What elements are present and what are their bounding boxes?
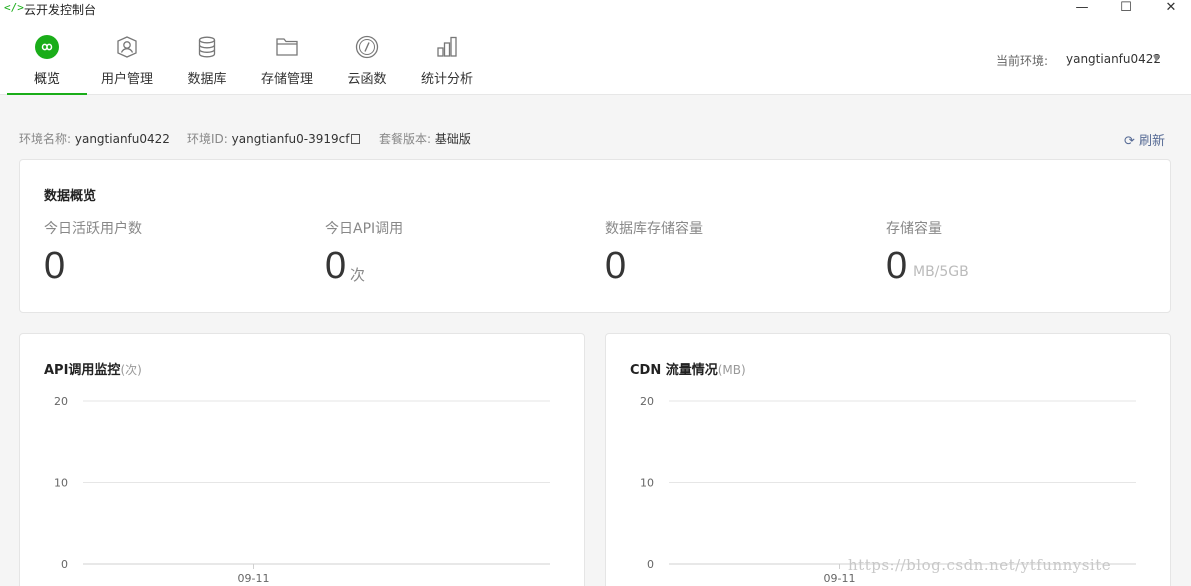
metric-label: 数据库存储容量	[605, 221, 703, 237]
maximize-button[interactable]: ☐	[1108, 0, 1144, 18]
metric-label: 存储容量	[886, 221, 942, 237]
y-tick-label: 20	[640, 395, 654, 408]
watermark: https://blog.csdn.net/ytfunnysite	[848, 556, 1112, 574]
env-name-label: 环境名称:	[19, 132, 72, 146]
top-nav: 概览 用户管理 数据库 存储管理 云函数 统计分析 当前环境: yangtian…	[0, 18, 1191, 95]
bar-chart-icon	[437, 36, 457, 57]
function-icon	[355, 35, 379, 59]
overview-card: 数据概览 今日活跃用户数 0 今日API调用 0 次 数据库存储容量 0 存储容…	[19, 159, 1171, 313]
plan-info: 套餐版本: 基础版	[379, 130, 471, 147]
chevron-down-icon[interactable]: ▼	[1153, 54, 1160, 64]
metric-unit: 次	[350, 266, 366, 284]
tab-storage[interactable]: 存储管理	[247, 18, 327, 95]
tab-users[interactable]: 用户管理	[87, 18, 167, 95]
metric-value: 0	[605, 245, 627, 287]
overview-infinity-icon	[35, 35, 59, 59]
folder-icon	[276, 38, 298, 56]
app-logo-icon: </>	[4, 1, 24, 14]
overview-title: 数据概览	[44, 189, 97, 204]
y-tick-label: 10	[54, 477, 68, 490]
env-name-info: 环境名称: yangtianfu0422	[19, 130, 170, 147]
env-id-label: 环境ID:	[187, 132, 228, 146]
env-id-value: yangtianfu0-3919cf	[231, 132, 350, 146]
tab-label: 统计分析	[420, 72, 473, 87]
close-button[interactable]: ✕	[1153, 0, 1189, 18]
api-chart-card: API调用监控(次) 0 10 20 09-11	[19, 333, 585, 586]
tab-database[interactable]: 数据库	[167, 18, 247, 95]
refresh-icon: ⟳	[1124, 134, 1135, 149]
cdn-chart: 0102009-11	[640, 395, 1136, 585]
api-chart: 0 10 20 09-11	[54, 395, 550, 585]
plan-label: 套餐版本:	[379, 132, 432, 146]
tab-label: 存储管理	[260, 72, 313, 87]
tab-label: 数据库	[187, 72, 227, 87]
tab-functions[interactable]: 云函数	[327, 18, 407, 95]
x-tick-label: 09-11	[238, 572, 270, 585]
metric-label: 今日活跃用户数	[44, 221, 142, 237]
y-tick-label: 20	[54, 395, 68, 408]
title-bar: </> 云开发控制台 — ☐ ✕	[0, 0, 1191, 18]
y-tick-label: 0	[61, 558, 68, 571]
env-selector-label: 当前环境:	[996, 54, 1049, 68]
user-icon	[117, 36, 137, 58]
tab-analytics[interactable]: 统计分析	[407, 18, 487, 95]
y-tick-label: 10	[640, 477, 654, 490]
metric-value: 0	[886, 245, 908, 287]
database-icon	[198, 36, 216, 58]
y-tick-label: 0	[647, 558, 654, 571]
plan-value: 基础版	[434, 132, 471, 146]
env-name-value: yangtianfu0422	[74, 132, 170, 146]
tab-overview[interactable]: 概览	[7, 18, 87, 95]
env-id-info: 环境ID: yangtianfu0-3919cf	[187, 130, 360, 147]
tab-label: 云函数	[347, 72, 387, 87]
tab-label: 用户管理	[100, 72, 153, 87]
metric-value: 0	[44, 245, 66, 287]
tab-label: 概览	[33, 72, 60, 87]
minimize-button[interactable]: —	[1064, 0, 1100, 18]
copy-icon[interactable]	[350, 134, 360, 144]
window-title: 云开发控制台	[24, 3, 97, 17]
metric-label: 今日API调用	[325, 221, 404, 237]
cdn-chart-card: CDN 流量情况(MB) 0 10 20 09-11	[605, 333, 1171, 586]
env-selector[interactable]: yangtianfu0422	[1066, 52, 1161, 66]
metric-unit: MB/5GB	[913, 264, 969, 280]
refresh-label: 刷新	[1139, 134, 1166, 149]
refresh-button[interactable]: ⟳ 刷新	[1124, 130, 1165, 149]
metric-value: 0	[325, 245, 347, 287]
